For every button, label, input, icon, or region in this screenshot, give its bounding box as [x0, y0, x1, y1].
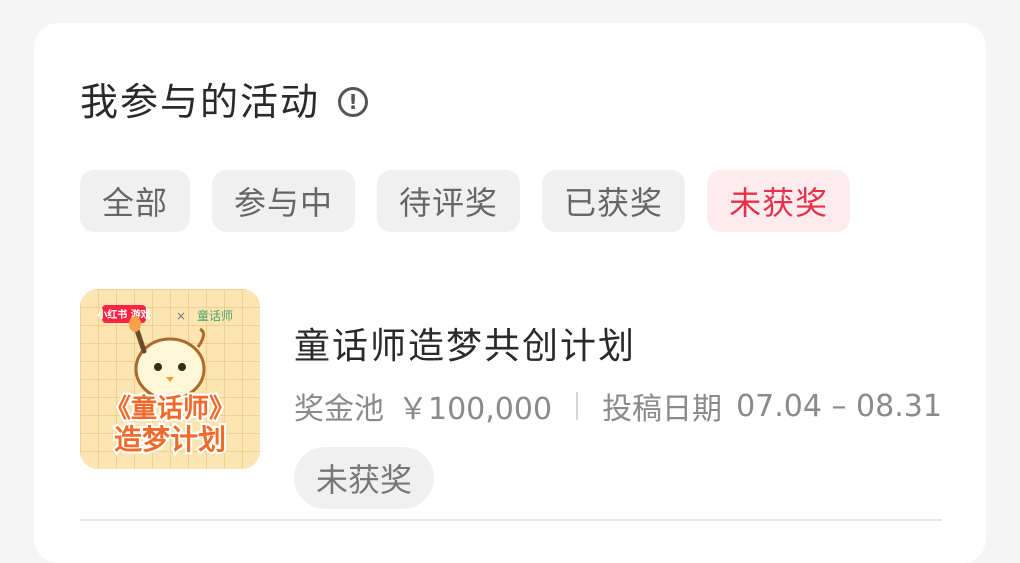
submission-date-range: 07.04 – 08.31 [736, 388, 942, 424]
brand-left-text: 小红书 游戏 [96, 308, 150, 321]
thumbnail-title-line1: 《童话师》 [105, 393, 235, 424]
tab-not-awarded[interactable]: 未获奖 [707, 170, 851, 232]
section-header: 我参与的活动 ! [80, 79, 369, 125]
prize-pool-value: ￥100,000 [398, 392, 553, 427]
filter-tabs: 全部 参与中 待评奖 已获奖 未获奖 [80, 170, 851, 232]
tab-participating[interactable]: 参与中 [212, 170, 356, 232]
activity-thumbnail[interactable]: 小红书 游戏 × 童话师 《童话师》 造梦计划 [80, 289, 260, 469]
info-icon[interactable]: ! [338, 87, 369, 117]
tab-all[interactable]: 全部 [80, 170, 191, 232]
section-title: 我参与的活动 [80, 80, 321, 124]
status-badge: 未获奖 [294, 447, 435, 509]
brand-right-text: 童话师 [197, 308, 233, 323]
activities-card: 我参与的活动 ! 全部 参与中 待评奖 已获奖 未获奖 小红书 游戏 × 童话师 [34, 23, 986, 563]
submission-date-label: 投稿日期 [602, 392, 723, 427]
list-divider [80, 519, 942, 521]
activity-title[interactable]: 童话师造梦共创计划 [294, 317, 636, 369]
activity-meta: 奖金池 ￥100,000 投稿日期 07.04 – 08.31 [294, 384, 942, 428]
tab-pending-review[interactable]: 待评奖 [377, 170, 521, 232]
thumbnail-title-line2: 造梦计划 [114, 423, 226, 456]
tab-awarded[interactable]: 已获奖 [542, 170, 686, 232]
activity-item[interactable]: 小红书 游戏 × 童话师 《童话师》 造梦计划 童话师造梦共创计划 奖金池 ￥1… [80, 289, 942, 509]
prize-pool-label: 奖金池 [294, 392, 384, 427]
collab-x: × [176, 309, 186, 323]
meta-divider [576, 392, 579, 420]
